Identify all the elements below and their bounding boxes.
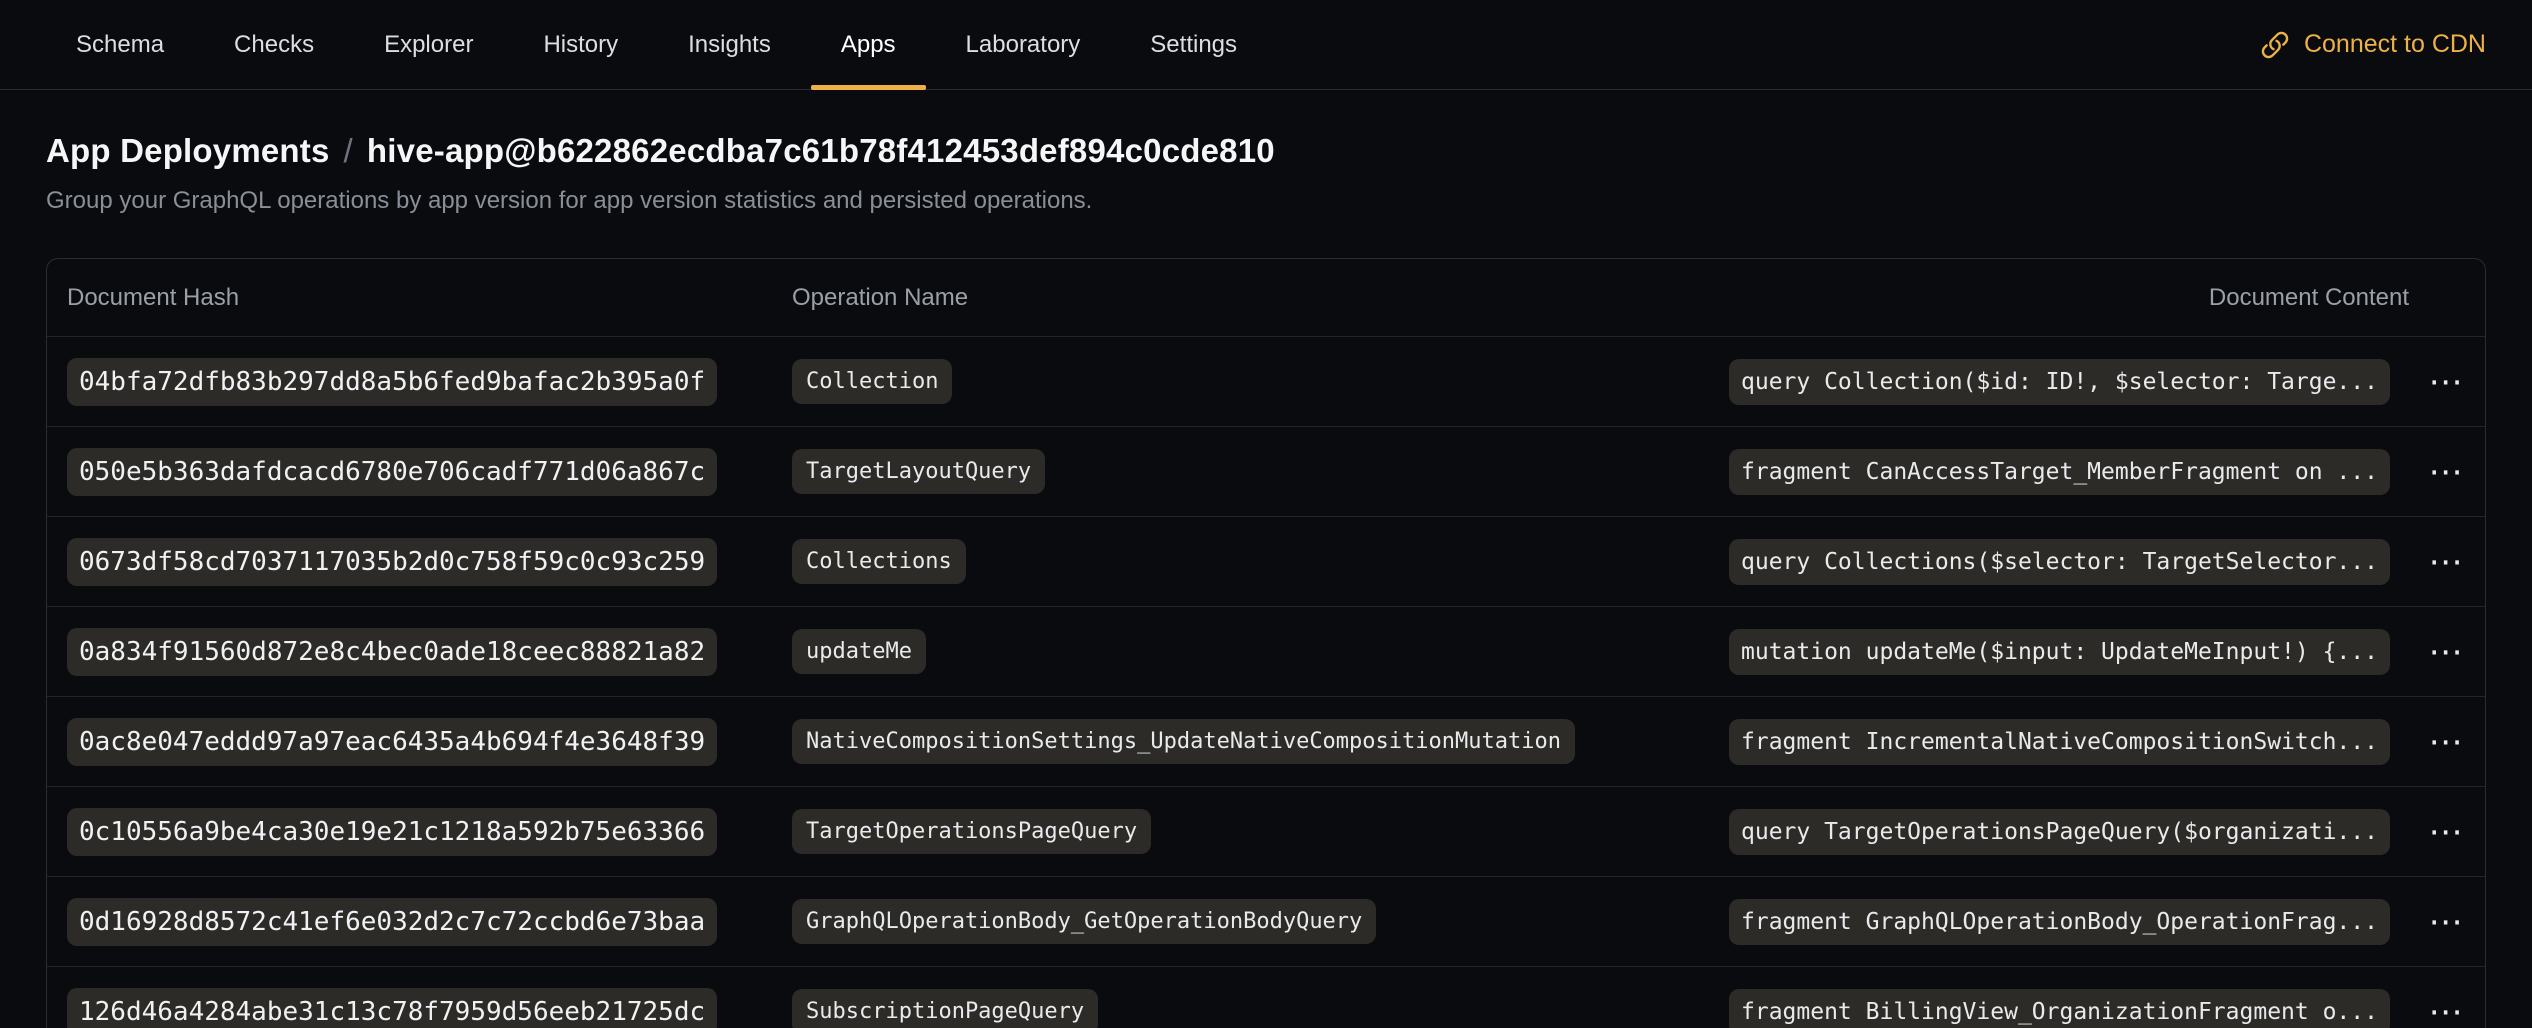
document-content-cell: query Collection($id: ID!, $selector: Ta…: [1729, 359, 2409, 405]
operation-name-cell: Collections: [792, 539, 1729, 584]
row-menu-button[interactable]: ⋯: [2419, 636, 2476, 668]
document-content-badge: fragment IncrementalNativeCompositionSwi…: [1729, 719, 2390, 765]
operation-name-badge: NativeCompositionSettings_UpdateNativeCo…: [792, 719, 1575, 764]
document-hash-cell: 050e5b363dafdcacd6780e706cadf771d06a867c: [47, 448, 792, 496]
document-content-badge: fragment CanAccessTarget_MemberFragment …: [1729, 449, 2390, 495]
document-content-cell: query Collections($selector: TargetSelec…: [1729, 539, 2409, 585]
document-hash-badge: 0a834f91560d872e8c4bec0ade18ceec88821a82: [67, 628, 717, 676]
tab-settings[interactable]: Settings: [1120, 0, 1267, 89]
row-menu-button[interactable]: ⋯: [2419, 996, 2476, 1028]
row-menu-cell: ⋯: [2409, 816, 2485, 848]
tab-checks[interactable]: Checks: [204, 0, 344, 89]
document-content-cell: fragment GraphQLOperationBody_OperationF…: [1729, 899, 2409, 945]
row-menu-button[interactable]: ⋯: [2419, 816, 2476, 848]
tab-history[interactable]: History: [513, 0, 648, 89]
document-hash-badge: 126d46a4284abe31c13c78f7959d56eeb21725dc: [67, 988, 717, 1028]
document-hash-badge: 050e5b363dafdcacd6780e706cadf771d06a867c: [67, 448, 717, 496]
row-menu-cell: ⋯: [2409, 546, 2485, 578]
app-deployment-page: App Deployments / hive-app@b622862ecdba7…: [0, 132, 2532, 1028]
table-row: 04bfa72dfb83b297dd8a5b6fed9bafac2b395a0f…: [47, 336, 2485, 426]
breadcrumb-separator: /: [344, 132, 353, 170]
operation-name-cell: updateMe: [792, 629, 1729, 674]
operation-name-badge: GraphQLOperationBody_GetOperationBodyQue…: [792, 899, 1376, 944]
operation-name-badge: Collections: [792, 539, 966, 584]
operation-name-cell: NativeCompositionSettings_UpdateNativeCo…: [792, 719, 1729, 764]
table-row: 0c10556a9be4ca30e19e21c1218a592b75e63366…: [47, 786, 2485, 876]
table-row: 050e5b363dafdcacd6780e706cadf771d06a867c…: [47, 426, 2485, 516]
document-content-cell: fragment BillingView_OrganizationFragmen…: [1729, 989, 2409, 1028]
document-hash-badge: 0c10556a9be4ca30e19e21c1218a592b75e63366: [67, 808, 717, 856]
document-hash-cell: 0a834f91560d872e8c4bec0ade18ceec88821a82: [47, 628, 792, 676]
tab-apps[interactable]: Apps: [811, 0, 926, 89]
row-menu-button[interactable]: ⋯: [2419, 906, 2476, 938]
row-menu-button[interactable]: ⋯: [2419, 366, 2476, 398]
document-content-cell: fragment CanAccessTarget_MemberFragment …: [1729, 449, 2409, 495]
connect-to-cdn-button[interactable]: Connect to CDN: [2260, 0, 2486, 89]
table-header-row: Document Hash Operation Name Document Co…: [47, 259, 2485, 336]
link-icon: [2260, 30, 2290, 60]
row-menu-cell: ⋯: [2409, 906, 2485, 938]
connect-to-cdn-label: Connect to CDN: [2304, 30, 2486, 59]
operation-name-badge: updateMe: [792, 629, 926, 674]
column-header-operation-name: Operation Name: [792, 284, 1729, 312]
column-header-document-content: Document Content: [1729, 284, 2409, 312]
column-header-document-hash: Document Hash: [47, 284, 792, 312]
document-content-badge: fragment BillingView_OrganizationFragmen…: [1729, 989, 2390, 1028]
tab-schema[interactable]: Schema: [46, 0, 194, 89]
table-row: 0ac8e047eddd97a97eac6435a4b694f4e3648f39…: [47, 696, 2485, 786]
operation-name-badge: TargetLayoutQuery: [792, 449, 1045, 494]
row-menu-cell: ⋯: [2409, 456, 2485, 488]
operation-name-cell: GraphQLOperationBody_GetOperationBodyQue…: [792, 899, 1729, 944]
document-content-badge: query Collections($selector: TargetSelec…: [1729, 539, 2390, 585]
tab-explorer[interactable]: Explorer: [354, 0, 503, 89]
row-menu-button[interactable]: ⋯: [2419, 546, 2476, 578]
table-row: 126d46a4284abe31c13c78f7959d56eeb21725dc…: [47, 966, 2485, 1028]
row-menu-button[interactable]: ⋯: [2419, 456, 2476, 488]
document-hash-badge: 0d16928d8572c41ef6e032d2c7c72ccbd6e73baa: [67, 898, 717, 946]
row-menu-cell: ⋯: [2409, 996, 2485, 1028]
operation-name-cell: TargetOperationsPageQuery: [792, 809, 1729, 854]
document-hash-badge: 0673df58cd7037117035b2d0c758f59c0c93c259: [67, 538, 717, 586]
document-hash-cell: 126d46a4284abe31c13c78f7959d56eeb21725dc: [47, 988, 792, 1028]
tab-laboratory[interactable]: Laboratory: [936, 0, 1111, 89]
documents-table: Document Hash Operation Name Document Co…: [46, 258, 2486, 1028]
operation-name-badge: TargetOperationsPageQuery: [792, 809, 1151, 854]
document-content-cell: fragment IncrementalNativeCompositionSwi…: [1729, 719, 2409, 765]
page-subtitle: Group your GraphQL operations by app ver…: [46, 186, 2486, 216]
operation-name-badge: SubscriptionPageQuery: [792, 989, 1098, 1028]
operation-name-cell: SubscriptionPageQuery: [792, 989, 1729, 1028]
document-content-badge: query TargetOperationsPageQuery($organiz…: [1729, 809, 2390, 855]
document-content-badge: mutation updateMe($input: UpdateMeInput!…: [1729, 629, 2390, 675]
document-hash-cell: 0ac8e047eddd97a97eac6435a4b694f4e3648f39: [47, 718, 792, 766]
document-hash-cell: 04bfa72dfb83b297dd8a5b6fed9bafac2b395a0f: [47, 358, 792, 406]
document-content-badge: query Collection($id: ID!, $selector: Ta…: [1729, 359, 2390, 405]
table-row: 0d16928d8572c41ef6e032d2c7c72ccbd6e73baa…: [47, 876, 2485, 966]
table-row: 0a834f91560d872e8c4bec0ade18ceec88821a82…: [47, 606, 2485, 696]
row-menu-cell: ⋯: [2409, 636, 2485, 668]
document-hash-cell: 0d16928d8572c41ef6e032d2c7c72ccbd6e73baa: [47, 898, 792, 946]
operation-name-badge: Collection: [792, 359, 952, 404]
document-content-cell: mutation updateMe($input: UpdateMeInput!…: [1729, 629, 2409, 675]
row-menu-cell: ⋯: [2409, 366, 2485, 398]
row-menu-button[interactable]: ⋯: [2419, 726, 2476, 758]
page-title: App Deployments / hive-app@b622862ecdba7…: [46, 132, 2486, 170]
document-hash-badge: 0ac8e047eddd97a97eac6435a4b694f4e3648f39: [67, 718, 717, 766]
tab-insights[interactable]: Insights: [658, 0, 801, 89]
document-hash-cell: 0673df58cd7037117035b2d0c758f59c0c93c259: [47, 538, 792, 586]
operation-name-cell: Collection: [792, 359, 1729, 404]
table-body: 04bfa72dfb83b297dd8a5b6fed9bafac2b395a0f…: [47, 336, 2485, 1028]
row-menu-cell: ⋯: [2409, 726, 2485, 758]
top-navigation: Schema Checks Explorer History Insights …: [0, 0, 2532, 90]
document-content-cell: query TargetOperationsPageQuery($organiz…: [1729, 809, 2409, 855]
app-version-label: hive-app@b622862ecdba7c61b78f412453def89…: [367, 132, 1275, 170]
operation-name-cell: TargetLayoutQuery: [792, 449, 1729, 494]
breadcrumb-app-deployments[interactable]: App Deployments: [46, 132, 330, 170]
document-hash-cell: 0c10556a9be4ca30e19e21c1218a592b75e63366: [47, 808, 792, 856]
document-hash-badge: 04bfa72dfb83b297dd8a5b6fed9bafac2b395a0f: [67, 358, 717, 406]
document-content-badge: fragment GraphQLOperationBody_OperationF…: [1729, 899, 2390, 945]
table-row: 0673df58cd7037117035b2d0c758f59c0c93c259…: [47, 516, 2485, 606]
